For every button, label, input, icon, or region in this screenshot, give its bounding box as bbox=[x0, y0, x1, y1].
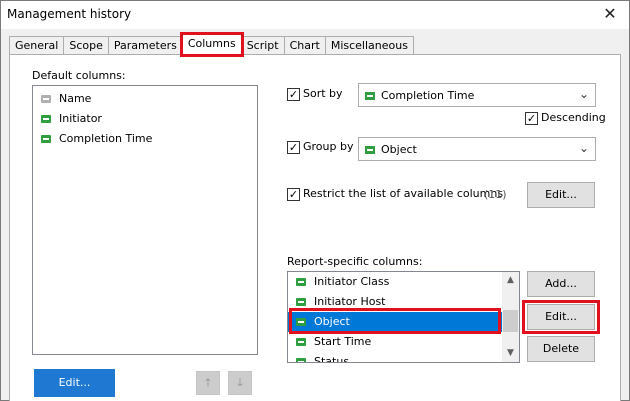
default-columns-edit-button[interactable]: Edit... bbox=[34, 369, 115, 397]
list-item[interactable]: Status bbox=[288, 352, 519, 363]
column-gray-icon bbox=[41, 95, 51, 103]
column-green-icon bbox=[296, 338, 306, 346]
list-item-label: Initiator Host bbox=[314, 295, 386, 308]
descending-label: Descending bbox=[541, 111, 606, 124]
available-columns-count: (11) bbox=[484, 188, 507, 201]
tab-general[interactable]: General bbox=[9, 36, 65, 55]
tab-columns[interactable]: Columns bbox=[179, 32, 244, 57]
scroll-down-icon[interactable]: ▼ bbox=[502, 345, 519, 362]
window-title: Management history bbox=[7, 7, 132, 21]
report-columns-scrollbar[interactable]: ▲ ▼ bbox=[502, 272, 519, 362]
list-item[interactable]: Initiator Host bbox=[288, 292, 519, 312]
report-columns-label: Report-specific columns: bbox=[287, 255, 423, 268]
chevron-down-icon: ⌄ bbox=[578, 141, 589, 155]
descending-checkbox[interactable]: ✓ bbox=[525, 112, 538, 125]
report-columns-list[interactable]: Initiator Class Initiator Host Object St… bbox=[287, 271, 520, 363]
move-down-icon[interactable]: 🡓 bbox=[228, 371, 252, 395]
group-by-select[interactable]: Object ⌄ bbox=[358, 137, 596, 161]
column-green-icon bbox=[365, 92, 375, 100]
list-item-label: Status bbox=[314, 355, 350, 363]
list-item-label: Object bbox=[314, 315, 350, 328]
restrict-edit-button[interactable]: Edit... bbox=[527, 182, 595, 208]
default-columns-label: Default columns: bbox=[32, 69, 126, 82]
tab-parameters[interactable]: Parameters bbox=[107, 36, 183, 55]
list-item-label: Start Time bbox=[314, 335, 372, 348]
group-by-checkbox[interactable]: ✓ bbox=[287, 141, 300, 154]
list-item-label: Initiator bbox=[59, 112, 102, 125]
sort-by-label: Sort by bbox=[303, 87, 343, 100]
list-item[interactable]: Name bbox=[33, 89, 257, 109]
column-green-icon bbox=[296, 358, 306, 362]
close-icon[interactable]: ✕ bbox=[599, 4, 621, 24]
restrict-label: Restrict the list of available columns bbox=[303, 187, 504, 200]
list-item-label: Completion Time bbox=[59, 132, 153, 145]
column-green-icon bbox=[296, 318, 306, 326]
column-green-icon bbox=[296, 278, 306, 286]
list-item[interactable]: Completion Time bbox=[33, 129, 257, 149]
sort-by-select[interactable]: Completion Time ⌄ bbox=[358, 83, 596, 107]
columns-panel: Default columns: Name Initiator Completi… bbox=[9, 54, 621, 401]
tab-scope[interactable]: Scope bbox=[63, 36, 109, 55]
chevron-down-icon: ⌄ bbox=[578, 87, 589, 101]
tab-script[interactable]: Script bbox=[240, 36, 285, 55]
column-green-icon bbox=[296, 298, 306, 306]
group-by-value: Object bbox=[381, 143, 417, 156]
column-green-icon bbox=[41, 115, 51, 123]
default-columns-list[interactable]: Name Initiator Completion Time bbox=[32, 85, 258, 355]
sort-by-checkbox[interactable]: ✓ bbox=[287, 88, 300, 101]
delete-column-button[interactable]: Delete bbox=[527, 336, 595, 362]
list-item-selected[interactable]: Object bbox=[288, 312, 502, 332]
title-bar: Management history ✕ bbox=[1, 1, 629, 29]
edit-column-button[interactable]: Edit... bbox=[527, 304, 595, 330]
column-green-icon bbox=[365, 146, 375, 154]
scroll-thumb[interactable] bbox=[503, 310, 518, 332]
management-history-dialog: Management history ✕ General Scope Param… bbox=[0, 0, 630, 401]
move-up-icon[interactable]: 🡑 bbox=[196, 371, 220, 395]
scroll-up-icon[interactable]: ▲ bbox=[502, 272, 519, 289]
column-green-icon bbox=[41, 135, 51, 143]
tab-chart[interactable]: Chart bbox=[283, 36, 326, 55]
tab-miscellaneous[interactable]: Miscellaneous bbox=[324, 36, 414, 55]
list-item[interactable]: Start Time bbox=[288, 332, 519, 352]
sort-by-value: Completion Time bbox=[381, 89, 475, 102]
list-item-label: Name bbox=[59, 92, 92, 105]
list-item-label: Initiator Class bbox=[314, 275, 390, 288]
add-column-button[interactable]: Add... bbox=[527, 271, 595, 297]
restrict-checkbox[interactable]: ✓ bbox=[287, 188, 300, 201]
list-item[interactable]: Initiator bbox=[33, 109, 257, 129]
list-item[interactable]: Initiator Class bbox=[288, 272, 519, 292]
tab-strip: General Scope Parameters Columns Script … bbox=[9, 32, 414, 57]
group-by-label: Group by bbox=[303, 140, 354, 153]
